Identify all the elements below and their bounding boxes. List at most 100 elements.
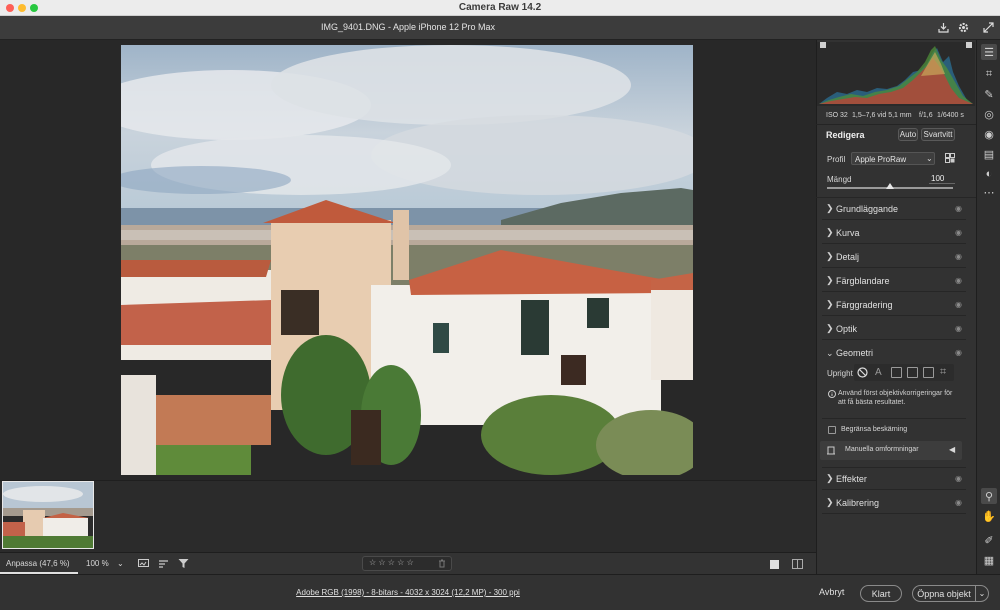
section-label: Grundläggande	[836, 203, 899, 214]
chevron-right-icon: ❯	[826, 323, 834, 333]
presets-icon[interactable]: ◐	[981, 166, 997, 182]
filmstrip-thumbnail[interactable]	[2, 481, 94, 549]
window-title: Camera Raw 14.2	[458, 2, 542, 13]
section-label: Detalj	[836, 251, 860, 262]
gear-icon[interactable]	[958, 22, 969, 33]
eye-icon[interactable]: ◉	[955, 276, 962, 285]
section-optics[interactable]: ❯ Optik ◉	[822, 318, 966, 340]
upright-level-icon[interactable]	[891, 367, 902, 378]
window-titlebar: Camera Raw 14.2	[0, 0, 1000, 16]
upright-guided-icon[interactable]: ⌗	[940, 366, 946, 379]
trash-icon[interactable]	[438, 559, 446, 568]
geometry-hint: Använd först objektivkorrigeringar för a…	[838, 390, 953, 406]
amount-label: Mängd	[827, 175, 852, 184]
chevron-right-icon: ❯	[826, 497, 834, 507]
eye-icon[interactable]: ◉	[955, 498, 962, 507]
section-label: Optik	[836, 323, 858, 334]
sort-icon[interactable]	[158, 559, 169, 569]
chevron-down-icon: ⌄	[826, 347, 834, 358]
chevron-right-icon: ❯	[826, 275, 834, 285]
split-view-icon[interactable]	[792, 559, 803, 569]
hand-icon[interactable]: ✋	[981, 508, 997, 524]
bw-button[interactable]: Svartvitt	[921, 128, 955, 141]
crop-icon[interactable]: ⌗	[981, 66, 997, 82]
upright-full-icon[interactable]	[923, 367, 934, 378]
workflow-options-link[interactable]: Adobe RGB (1998) - 8-bitars - 4032 x 302…	[0, 588, 816, 597]
zoom-icon[interactable]: ⚲	[981, 488, 997, 504]
divider	[822, 418, 966, 419]
done-button[interactable]: Klart	[860, 585, 902, 602]
before-after-icon[interactable]	[770, 560, 779, 569]
transform-icon	[827, 446, 835, 455]
auto-button[interactable]: Auto	[898, 128, 918, 141]
upright-auto-icon[interactable]: A	[875, 367, 882, 378]
eye-icon[interactable]: ◉	[955, 300, 962, 309]
eye-icon[interactable]: ◉	[955, 474, 962, 483]
profile-dropdown-icon[interactable]: ⌄	[926, 154, 933, 163]
aperture-value: f/1,6	[919, 112, 933, 119]
filmstrip	[0, 480, 816, 552]
file-header: IMG_9401.DNG - Apple iPhone 12 Pro Max	[0, 16, 1000, 40]
zoom-dropdown-icon[interactable]: ⌄	[117, 559, 124, 568]
upright-label: Upright	[827, 369, 853, 378]
file-info: IMG_9401.DNG - Apple iPhone 12 Pro Max	[320, 22, 496, 32]
section-basic[interactable]: ❯ Grundläggande ◉	[822, 198, 966, 220]
open-options-icon[interactable]: ⌄	[975, 585, 989, 602]
section-calibration[interactable]: ❯ Kalibrering ◉	[822, 492, 966, 514]
section-label: Kalibrering	[836, 497, 880, 508]
eye-icon[interactable]: ◉	[955, 324, 962, 333]
view-bar: Anpassa (47,6 %) 100 % ⌄ ☆ ☆ ☆ ☆ ☆	[0, 552, 816, 574]
section-label: Geometri	[836, 348, 874, 358]
section-label: Effekter	[836, 473, 867, 484]
cancel-button[interactable]: Avbryt	[819, 587, 844, 597]
section-detail[interactable]: ❯ Detalj ◉	[822, 246, 966, 268]
section-color-mixer[interactable]: ❯ Färgblandare ◉	[822, 270, 966, 292]
grid-icon[interactable]: ▦	[981, 552, 997, 568]
eye-icon[interactable]: ◉	[955, 228, 962, 237]
section-geometry[interactable]: ⌄ Geometri ◉	[822, 342, 966, 364]
section-effects[interactable]: ❯ Effekter ◉	[822, 468, 966, 490]
section-label: Färggradering	[836, 299, 893, 310]
rating-stars[interactable]: ☆ ☆ ☆ ☆ ☆	[369, 558, 414, 567]
export-icon[interactable]	[938, 22, 949, 33]
upright-vertical-icon[interactable]	[907, 367, 918, 378]
open-object-button[interactable]: Öppna objekt	[912, 585, 976, 602]
amount-value[interactable]: 100	[931, 174, 944, 183]
amount-slider-thumb[interactable]	[886, 183, 894, 189]
zoom-100-button[interactable]: 100 %	[86, 559, 109, 568]
chevron-right-icon: ❯	[826, 473, 834, 483]
filter-icon[interactable]	[178, 558, 189, 569]
eye-icon[interactable]: ◉	[955, 204, 962, 213]
edit-heading: Redigera	[826, 130, 865, 140]
section-label: Kurva	[836, 227, 860, 238]
constrain-crop-checkbox[interactable]	[828, 426, 836, 434]
fit-zoom-button[interactable]: Anpassa (47,6 %)	[6, 559, 70, 568]
lens-value: 1,5–7,6 vid 5,1 mm	[852, 112, 912, 119]
more-icon[interactable]: ⋯	[981, 184, 997, 200]
profile-value[interactable]: Apple ProRaw	[855, 155, 906, 164]
mask-icon[interactable]: ◎	[981, 106, 997, 122]
snapshots-icon[interactable]: ▤	[981, 146, 997, 162]
iso-value: ISO 32	[826, 112, 848, 119]
chevron-right-icon: ❯	[826, 251, 834, 261]
heal-icon[interactable]: ✎	[981, 86, 997, 102]
section-curve[interactable]: ❯ Kurva ◉	[822, 222, 966, 244]
photo-preview[interactable]	[121, 45, 693, 475]
redeye-icon[interactable]: ◉	[981, 126, 997, 142]
compare-view-icon[interactable]	[138, 559, 149, 569]
upright-options	[854, 364, 954, 381]
triangle-left-icon[interactable]: ◀	[949, 445, 955, 454]
constrain-crop-label[interactable]: Begränsa beskärning	[841, 426, 907, 433]
chevron-right-icon: ❯	[826, 203, 834, 213]
upright-off-icon[interactable]	[857, 367, 868, 378]
manual-transforms-label: Manuella omformningar	[845, 446, 919, 453]
eye-icon[interactable]: ◉	[955, 252, 962, 261]
profile-browser-icon[interactable]	[945, 153, 955, 163]
section-color-grading[interactable]: ❯ Färggradering ◉	[822, 294, 966, 316]
expand-icon[interactable]	[983, 22, 994, 33]
edit-icon[interactable]: ☰	[981, 44, 997, 60]
eye-icon[interactable]: ◉	[955, 348, 962, 357]
profile-label: Profil	[827, 155, 846, 164]
tool-strip: ☰ ⌗ ✎ ◎ ◉ ▤ ◐ ⋯ ⚲ ✋ ✐ ▦	[976, 40, 1000, 574]
sampler-icon[interactable]: ✐	[981, 532, 997, 548]
